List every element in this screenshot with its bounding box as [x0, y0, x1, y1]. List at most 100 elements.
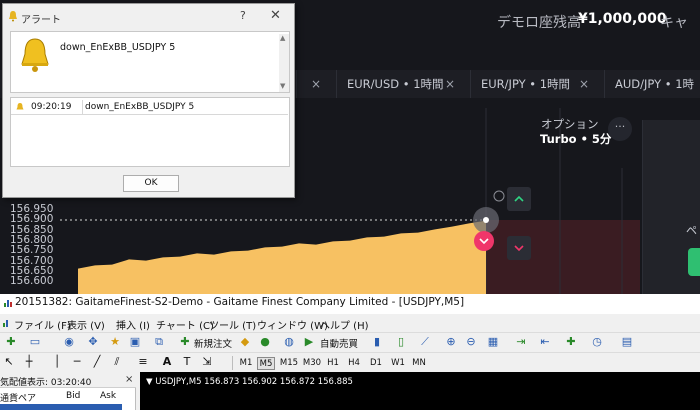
timeframe-w1[interactable]: W1	[389, 357, 407, 370]
menu-file[interactable]: ファイル (F)	[14, 317, 71, 332]
toolbar-separator	[232, 356, 233, 370]
text-tool-icon[interactable]: A	[160, 355, 174, 369]
zoom-out-icon[interactable]: ⊖	[464, 335, 478, 349]
option-label: オプション	[541, 117, 599, 131]
bell-icon	[21, 38, 49, 72]
option-type-value[interactable]: Turbo • 5分	[540, 131, 611, 147]
tab-close-icon[interactable]: ×	[311, 70, 321, 98]
periods-icon[interactable]: ◷	[590, 335, 604, 349]
ok-button[interactable]: OK	[123, 175, 179, 192]
new-order-button[interactable]: 新規注文	[194, 336, 232, 350]
alert-title: アラート	[21, 15, 61, 26]
timeframe-m5[interactable]: M5	[257, 357, 275, 370]
metaeditor-icon[interactable]: ◆	[238, 335, 252, 349]
chart-menu-icon[interactable]	[2, 318, 12, 328]
market-watch-icon[interactable]: ◉	[62, 335, 76, 349]
auto-trade-icon[interactable]: ▶	[302, 335, 316, 349]
chevron-down-icon	[514, 245, 524, 252]
auto-trade-button[interactable]: 自動売買	[320, 336, 358, 350]
tab-close-icon[interactable]: ×	[579, 70, 589, 98]
timer-ring	[493, 190, 505, 202]
line-chart-icon[interactable]: ⟋	[418, 335, 432, 349]
timeframe-m1[interactable]: M1	[238, 357, 254, 370]
vertical-line-icon[interactable]: │	[50, 355, 64, 369]
timeframe-h4[interactable]: H4	[346, 357, 362, 370]
timeframe-mn[interactable]: MN	[410, 357, 428, 370]
close-button[interactable]: ✕	[270, 8, 281, 23]
indicators-icon[interactable]: ✚	[564, 335, 578, 349]
tab-label: EUR/USD • 1時間	[347, 77, 444, 91]
alert-row-time: 09:20:19	[31, 102, 72, 112]
tab-eurjpy[interactable]: EUR/JPY • 1時間 ×	[470, 70, 604, 98]
column-symbol[interactable]: 通貨ペア	[0, 391, 36, 404]
row-bell-icon	[16, 103, 24, 110]
tab-eurusd[interactable]: EUR/USD • 1時間 ×	[336, 70, 470, 98]
market-watch-title: 気配値表示: 03:20:40	[0, 378, 92, 388]
timeframe-h1[interactable]: H1	[325, 357, 341, 370]
equidistant-channel-icon[interactable]: ⫽	[110, 355, 124, 369]
tab-close-icon[interactable]: ×	[445, 70, 455, 98]
crosshair-icon[interactable]: ┼	[22, 355, 36, 369]
balance-value: ¥1,000,000	[578, 11, 667, 27]
chevron-up-icon	[514, 195, 524, 202]
navigator-icon[interactable]: ★	[108, 335, 122, 349]
profiles-icon[interactable]: ▭	[28, 335, 42, 349]
chart-shift-icon[interactable]: ⇤	[538, 335, 552, 349]
data-window-icon[interactable]: ✥	[86, 335, 100, 349]
templates-icon[interactable]: ▤	[620, 335, 634, 349]
tile-windows-icon[interactable]: ▦	[486, 335, 500, 349]
lower-button[interactable]	[507, 236, 531, 260]
candlestick-icon[interactable]: ▯	[394, 335, 408, 349]
tab-audjpy[interactable]: AUD/JPY • 1時間	[604, 70, 700, 119]
help-button[interactable]: ?	[240, 9, 246, 22]
side-green-button[interactable]	[688, 248, 700, 276]
scroll-up-icon[interactable]: ▲	[280, 34, 285, 42]
column-divider	[82, 100, 83, 115]
bar-chart-icon[interactable]: ▮	[370, 335, 384, 349]
scrollbar[interactable]: ▲ ▼	[279, 34, 289, 92]
menu-tools[interactable]: ツール (T)	[209, 317, 256, 332]
more-options-button[interactable]: ···	[608, 117, 632, 141]
mt4-chart-label: ▼ USDJPY,M5 156.873 156.902 156.872 156.…	[146, 377, 353, 387]
column-bid[interactable]: Bid	[66, 391, 80, 401]
fibonacci-icon[interactable]: ≡	[136, 355, 150, 369]
timeframe-m15[interactable]: M15	[279, 357, 299, 370]
y-tick-label: 156.600	[10, 275, 54, 288]
terminal-icon[interactable]: ▣	[128, 335, 142, 349]
new-order-icon[interactable]: ✚	[178, 335, 192, 349]
higher-button[interactable]	[507, 187, 531, 211]
side-panel-text: ペ	[686, 224, 697, 237]
alert-dialog: アラート ? ✕ ▲ ▼ down_EnExBB_USDJPY 5 09:20:…	[2, 3, 295, 198]
menu-window[interactable]: ウィンドウ (W)	[257, 317, 328, 332]
column-ask[interactable]: Ask	[100, 391, 116, 401]
market-watch-row[interactable]	[0, 404, 122, 410]
horizontal-line-icon[interactable]: ─	[70, 355, 84, 369]
zoom-in-icon[interactable]: ⊕	[444, 335, 458, 349]
menu-chart[interactable]: チャート (C)	[156, 317, 214, 332]
tab-hidden[interactable]: ×	[296, 70, 336, 98]
auto-scroll-icon[interactable]: ⇥	[514, 335, 528, 349]
alert-title-bell-icon	[9, 11, 17, 22]
text-label-icon[interactable]: T	[180, 355, 194, 369]
arrows-icon[interactable]: ⇲	[200, 355, 214, 369]
menu-help[interactable]: ヘルプ (H)	[320, 317, 369, 332]
down-marker	[474, 231, 494, 251]
scroll-down-icon[interactable]: ▼	[280, 82, 285, 90]
signals-icon[interactable]: ●	[258, 335, 272, 349]
menu-insert[interactable]: 挿入 (I)	[116, 317, 150, 332]
timeframe-m30[interactable]: M30	[302, 357, 322, 370]
alert-message-box: ▲ ▼	[10, 31, 290, 93]
strategy-tester-icon[interactable]: ⧉	[152, 335, 166, 349]
trendline-icon[interactable]: ╱	[90, 355, 104, 369]
cashier-button[interactable]: キャ	[660, 12, 688, 32]
new-chart-icon[interactable]: ✚	[4, 335, 18, 349]
cursor-icon[interactable]: ↖	[2, 355, 16, 369]
market-icon[interactable]: ◍	[282, 335, 296, 349]
price-area	[78, 220, 486, 296]
alert-row-message: down_EnExBB_USDJPY 5	[85, 102, 195, 112]
current-price-dot	[483, 217, 489, 223]
market-watch-close-button[interactable]: ×	[125, 374, 133, 385]
mt4-window-title: 20151382: GaitameFinest-S2-Demo - Gaitam…	[15, 296, 465, 308]
menu-view[interactable]: 表示 (V)	[67, 317, 105, 332]
timeframe-d1[interactable]: D1	[368, 357, 384, 370]
